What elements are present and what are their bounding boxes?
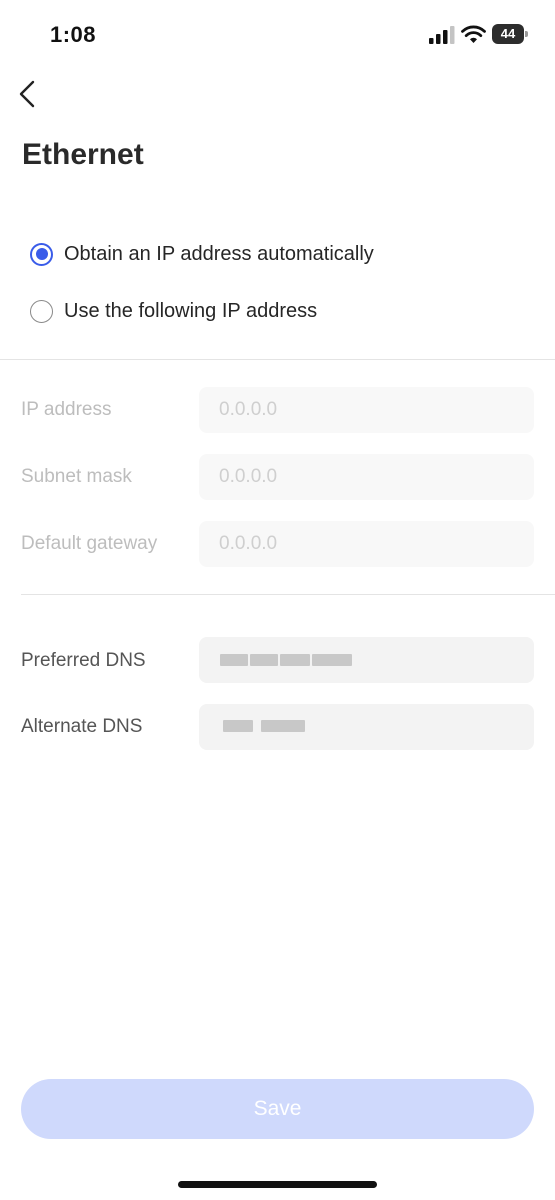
radio-label: Obtain an IP address automatically [64, 242, 374, 265]
section-divider [0, 359, 555, 360]
radio-checked-icon[interactable] [30, 242, 53, 266]
radio-use-following-ip[interactable]: Use the following IP address [30, 296, 317, 326]
home-indicator [178, 1181, 377, 1188]
status-time: 1:08 [50, 22, 97, 47]
status-bar: 1:08 44 [0, 0, 555, 70]
subnet-mask-input[interactable] [199, 454, 534, 500]
alternate-dns-label: Alternate DNS [21, 716, 143, 737]
redacted-value [220, 653, 352, 667]
default-gateway-input[interactable] [199, 521, 534, 567]
save-button[interactable]: Save [21, 1079, 534, 1139]
radio-obtain-automatically[interactable]: Obtain an IP address automatically [30, 239, 374, 269]
chevron-left-icon [19, 80, 35, 108]
radio-unchecked-icon[interactable] [30, 299, 53, 323]
subnet-mask-label: Subnet mask [21, 466, 132, 487]
redacted-value [223, 719, 305, 733]
section-divider [21, 594, 555, 595]
radio-label: Use the following IP address [64, 299, 318, 322]
cellular-signal-icon [429, 26, 455, 44]
battery-icon: 44 [492, 24, 528, 44]
default-gateway-label: Default gateway [21, 533, 158, 554]
page-title: Ethernet [22, 138, 144, 171]
battery-level: 44 [500, 26, 516, 41]
back-button[interactable] [14, 78, 44, 110]
preferred-dns-label: Preferred DNS [21, 650, 146, 671]
ip-address-input[interactable] [199, 387, 534, 433]
wifi-icon [461, 25, 486, 43]
ip-address-label: IP address [21, 399, 112, 420]
